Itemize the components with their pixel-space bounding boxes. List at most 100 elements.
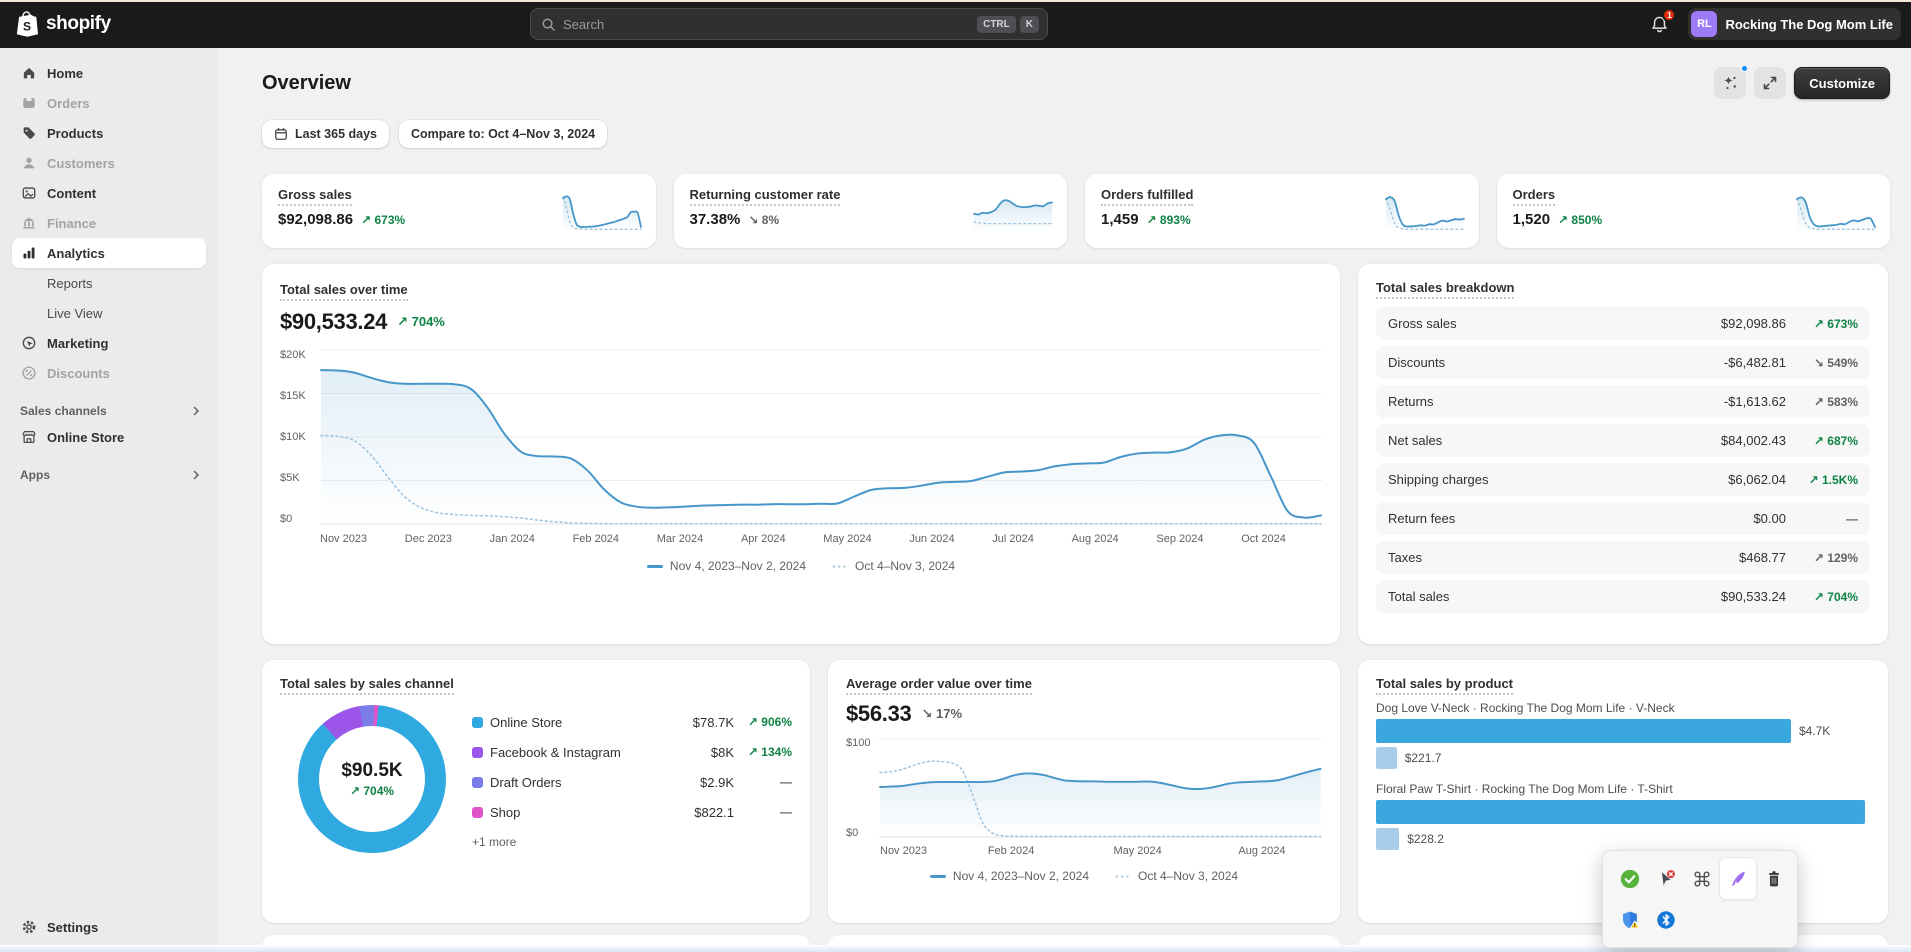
- sidebar-item-products[interactable]: Products: [12, 118, 206, 148]
- breakdown-row-discounts[interactable]: Discounts-$6,482.81↘ 549%: [1376, 346, 1870, 379]
- channel-swatch: [472, 747, 483, 758]
- x-tick: Jun 2024: [909, 533, 954, 545]
- breakdown-row-return-fees[interactable]: Return fees$0.00—: [1376, 502, 1870, 535]
- sidebar-item-analytics[interactable]: Analytics: [12, 238, 206, 268]
- metric-title[interactable]: Returning customer rate: [690, 187, 841, 206]
- date-range-button[interactable]: Last 365 days: [262, 120, 389, 148]
- store-menu[interactable]: RL Rocking The Dog Mom Life: [1688, 8, 1901, 40]
- x-tick: May 2024: [823, 533, 871, 545]
- knot-tray-icon[interactable]: [1684, 858, 1720, 899]
- metric-title[interactable]: Gross sales: [278, 187, 352, 206]
- legend-line-swatch: [647, 565, 663, 568]
- marketing-icon: [20, 335, 37, 351]
- breakdown-row-taxes[interactable]: Taxes$468.77↗ 129%: [1376, 541, 1870, 574]
- x-axis-labels: Nov 2023Feb 2024May 2024Aug 2024: [880, 845, 1332, 861]
- shopify-wordmark: shopify: [46, 13, 111, 35]
- product-current-bar[interactable]: [1376, 800, 1865, 824]
- breakdown-value: $468.77: [1739, 550, 1786, 565]
- sidebar-item-online-store[interactable]: Online Store: [12, 422, 206, 452]
- orders-icon: [20, 95, 37, 111]
- feather-tray-icon[interactable]: [1720, 858, 1756, 899]
- product-current-bar[interactable]: [1376, 719, 1791, 743]
- sidebar-item-home[interactable]: Home: [12, 58, 206, 88]
- legend-label: Nov 4, 2023–Nov 2, 2024: [953, 869, 1089, 883]
- apps-label: Apps: [20, 468, 50, 482]
- x-tick: Nov 2023: [320, 533, 367, 545]
- main-content: Overview Customize: [218, 48, 1911, 952]
- discounts-icon: [20, 365, 37, 381]
- total-sales-title[interactable]: Total sales over time: [280, 282, 408, 301]
- shopify-logo[interactable]: S shopify: [14, 10, 111, 38]
- expand-button[interactable]: [1754, 67, 1786, 99]
- legend-label: Oct 4–Nov 3, 2024: [855, 559, 955, 573]
- breakdown-row-total-sales[interactable]: Total sales$90,533.24↗ 704%: [1376, 580, 1870, 613]
- metric-title[interactable]: Orders: [1513, 187, 1556, 206]
- apps-header[interactable]: Apps: [20, 468, 202, 482]
- y-axis-labels: $20K$15K$10K$5K$0: [280, 349, 320, 525]
- breakdown-row-returns[interactable]: Returns-$1,613.62↗ 583%: [1376, 385, 1870, 418]
- bluetooth-tray-icon[interactable]: [1648, 899, 1684, 940]
- channel-legend-row-facebook-instagram[interactable]: Facebook & Instagram$8K↗ 134%: [472, 739, 792, 765]
- search-input[interactable]: CTRL K: [530, 8, 1048, 40]
- notifications-button[interactable]: 1: [1644, 9, 1674, 39]
- store-name: Rocking The Dog Mom Life: [1725, 17, 1893, 32]
- breakdown-row-net-sales[interactable]: Net sales$84,002.43↗ 687%: [1376, 424, 1870, 457]
- sidebar-item-content[interactable]: Content: [12, 178, 206, 208]
- metric-title[interactable]: Orders fulfilled: [1101, 187, 1193, 206]
- sales-channels-header[interactable]: Sales channels: [20, 404, 202, 418]
- channel-legend-row-draft-orders[interactable]: Draft Orders$2.9K—: [472, 769, 792, 795]
- compare-to-button[interactable]: Compare to: Oct 4–Nov 3, 2024: [399, 120, 607, 148]
- breakdown-row-gross-sales[interactable]: Gross sales$92,098.86↗ 673%: [1376, 307, 1870, 340]
- channel-legend-row-shop[interactable]: Shop$822.1—: [472, 799, 792, 825]
- total-sales-over-time-card: Total sales over time $90,533.24 ↗ 704% …: [262, 264, 1340, 644]
- breakdown-row-shipping-charges[interactable]: Shipping charges$6,062.04↗ 1.5K%: [1376, 463, 1870, 496]
- home-icon: [20, 65, 37, 81]
- sidebar-item-label: Marketing: [47, 336, 108, 351]
- change-badge: ↗ 850%: [1558, 213, 1602, 227]
- sidebar-item-discounts[interactable]: Discounts: [12, 358, 206, 388]
- security-shield-tray-icon[interactable]: [1612, 899, 1648, 940]
- change-badge: ↗ 583%: [1794, 395, 1858, 409]
- legend-dots-swatch: ···: [1115, 875, 1131, 878]
- change-badge: ↗ 673%: [1794, 317, 1858, 331]
- sidebar-item-customers[interactable]: Customers: [12, 148, 206, 178]
- gear-icon: [20, 919, 37, 935]
- sidebar-item-reports[interactable]: Reports: [12, 268, 206, 298]
- sidebar-item-live-view[interactable]: Live View: [12, 298, 206, 328]
- x-tick: Nov 2023: [880, 845, 927, 857]
- breakdown-title[interactable]: Total sales breakdown: [1376, 280, 1514, 299]
- notification-dot: [1740, 64, 1749, 73]
- sidebar-item-label: Home: [47, 66, 83, 81]
- sidebar-item-settings[interactable]: Settings: [12, 912, 206, 942]
- trash-tray-icon[interactable]: [1756, 858, 1792, 899]
- settings-label: Settings: [47, 920, 98, 935]
- channel-legend-row-online-store[interactable]: Online Store$78.7K↗ 906%: [472, 709, 792, 735]
- customize-button[interactable]: Customize: [1794, 67, 1890, 99]
- customers-icon: [20, 155, 37, 171]
- search-field[interactable]: [563, 17, 973, 32]
- breakdown-value: -$1,613.62: [1724, 394, 1786, 409]
- sparkle-insights-button[interactable]: [1714, 67, 1746, 99]
- channel-value: $822.1: [694, 805, 734, 820]
- cursor-error-tray-icon[interactable]: [1648, 858, 1684, 899]
- more-channels-link[interactable]: +1 more: [472, 835, 792, 849]
- channel-title[interactable]: Total sales by sales channel: [280, 676, 454, 695]
- sidebar-item-finance[interactable]: Finance: [12, 208, 206, 238]
- product-compare-bar[interactable]: [1376, 747, 1397, 769]
- x-tick: Aug 2024: [1238, 845, 1285, 857]
- product-compare-bar[interactable]: [1376, 828, 1399, 850]
- x-tick: Jul 2024: [992, 533, 1034, 545]
- breakdown-label: Taxes: [1388, 550, 1422, 565]
- product-compare-value: $228.2: [1407, 832, 1444, 846]
- sidebar-item-orders[interactable]: Orders: [12, 88, 206, 118]
- system-tray-flyout: [1602, 850, 1798, 948]
- products-title[interactable]: Total sales by product: [1376, 676, 1513, 695]
- aov-title[interactable]: Average order value over time: [846, 676, 1032, 695]
- sidebar-item-marketing[interactable]: Marketing: [12, 328, 206, 358]
- x-tick: Oct 2024: [1241, 533, 1286, 545]
- breakdown-label: Net sales: [1388, 433, 1442, 448]
- x-tick: Dec 2023: [405, 533, 452, 545]
- check-success-tray-icon[interactable]: [1612, 858, 1648, 899]
- product-group: Floral Paw T-Shirt · Rocking The Dog Mom…: [1376, 782, 1870, 850]
- storefront-icon: [20, 429, 37, 445]
